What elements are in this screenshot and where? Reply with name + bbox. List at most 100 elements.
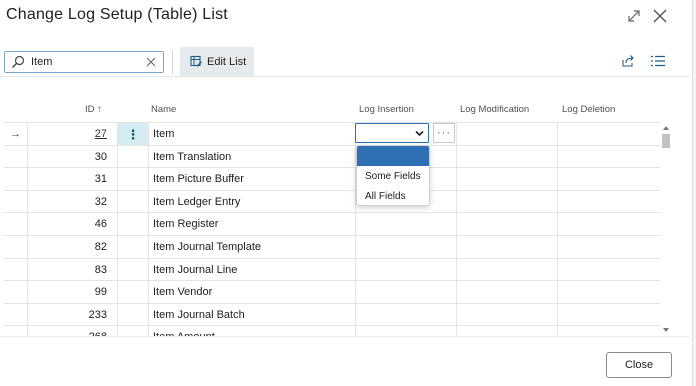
scroll-down-arrow[interactable] — [663, 328, 669, 332]
cell-name[interactable]: Item Amount — [149, 326, 356, 336]
cell-name[interactable]: Item Journal Line — [149, 258, 356, 281]
cell-log-modification[interactable] — [457, 145, 558, 168]
row-arrow-icon — [4, 213, 28, 236]
cell-log-deletion[interactable] — [558, 213, 660, 235]
column-header-name[interactable]: Name — [151, 104, 176, 115]
cell-name[interactable]: Item Ledger Entry — [149, 190, 356, 213]
table-row[interactable]: 46 Item Register — [4, 212, 660, 236]
search-box[interactable] — [4, 51, 164, 73]
cell-log-modification[interactable] — [457, 326, 558, 336]
cell-log-modification[interactable] — [457, 190, 558, 213]
table-row[interactable]: → 27 ⋮ Item — [4, 122, 660, 145]
list-view-icon[interactable] — [651, 55, 665, 67]
dropdown-option-all-fields[interactable]: All Fields — [357, 186, 429, 205]
cell-name[interactable]: Item Vendor — [149, 281, 356, 304]
column-header-log-modification[interactable]: Log Modification — [460, 104, 529, 115]
table-row[interactable]: 32 Item Ledger Entry — [4, 189, 660, 213]
column-header-log-deletion[interactable]: Log Deletion — [562, 104, 615, 115]
expand-icon[interactable] — [624, 6, 644, 26]
scroll-up-arrow[interactable] — [663, 126, 669, 130]
cell-log-deletion[interactable] — [558, 168, 660, 190]
share-icon[interactable] — [621, 54, 635, 68]
cell-name[interactable]: Item Journal Template — [149, 236, 356, 258]
table-row[interactable]: 268 Item Amount — [4, 325, 660, 336]
row-menu-cell[interactable] — [118, 190, 149, 213]
cell-id[interactable]: 233 — [28, 303, 118, 326]
row-menu-cell[interactable] — [118, 236, 149, 258]
column-header-id[interactable]: ID ↑ — [85, 104, 102, 115]
log-insertion-dropdown: Some Fields All Fields — [356, 145, 430, 206]
dropdown-option-blank[interactable] — [357, 146, 429, 166]
scroll-thumb[interactable] — [662, 134, 670, 148]
cell-log-modification[interactable] — [457, 123, 558, 145]
column-header-log-insertion[interactable]: Log Insertion — [359, 104, 414, 115]
row-arrow-icon — [4, 258, 28, 281]
cell-log-deletion[interactable] — [558, 259, 660, 281]
row-arrow-icon — [4, 145, 28, 168]
cell-log-insertion[interactable] — [356, 281, 457, 304]
cell-name[interactable]: Item Register — [149, 213, 356, 236]
cell-log-insertion[interactable] — [356, 326, 457, 336]
row-menu-cell[interactable] — [118, 258, 149, 281]
search-input[interactable] — [31, 54, 139, 70]
cell-id[interactable]: 31 — [28, 168, 118, 191]
cell-log-deletion[interactable] — [558, 191, 660, 213]
edit-list-icon — [190, 55, 203, 68]
table-row[interactable]: 83 Item Journal Line — [4, 257, 660, 281]
cell-id[interactable]: 27 — [28, 123, 118, 145]
row-menu-cell[interactable] — [118, 303, 149, 326]
cell-log-insertion[interactable] — [356, 236, 457, 258]
cell-log-modification[interactable] — [457, 236, 558, 258]
lookup-more-button[interactable]: ··· — [433, 123, 455, 143]
cell-log-modification[interactable] — [457, 258, 558, 281]
table-row[interactable]: 30 Item Translation — [4, 144, 660, 168]
cell-log-deletion[interactable] — [558, 146, 660, 168]
cell-id[interactable]: 82 — [28, 236, 118, 258]
cell-log-modification[interactable] — [457, 281, 558, 304]
cell-log-deletion[interactable] — [558, 281, 660, 303]
cell-id[interactable]: 32 — [28, 190, 118, 213]
cell-log-deletion[interactable] — [558, 236, 660, 258]
cell-name[interactable]: Item Journal Batch — [149, 303, 356, 326]
cell-id[interactable]: 83 — [28, 258, 118, 281]
dropdown-option-some-fields[interactable]: Some Fields — [357, 166, 429, 186]
row-menu-cell[interactable] — [118, 281, 149, 304]
cell-log-deletion[interactable] — [558, 123, 660, 145]
cell-id[interactable]: 30 — [28, 145, 118, 168]
table-row[interactable]: 233 Item Journal Batch — [4, 302, 660, 326]
clear-icon[interactable] — [145, 56, 157, 68]
cell-id[interactable]: 268 — [28, 326, 118, 336]
row-arrow-icon — [4, 326, 28, 336]
cell-log-modification[interactable] — [457, 168, 558, 191]
cell-name[interactable]: Item Translation — [149, 145, 356, 168]
cell-log-insertion[interactable] — [356, 213, 457, 236]
cell-log-deletion[interactable] — [558, 326, 660, 336]
window-edge — [692, 0, 696, 386]
log-insertion-select[interactable] — [355, 123, 429, 143]
row-menu-cell[interactable] — [118, 213, 149, 236]
vertical-scrollbar[interactable] — [660, 124, 672, 336]
cell-log-modification[interactable] — [457, 213, 558, 236]
row-arrow-icon: → — [4, 123, 28, 145]
cell-name[interactable]: Item — [149, 123, 356, 145]
cell-log-deletion[interactable] — [558, 304, 660, 326]
cell-id[interactable]: 99 — [28, 281, 118, 304]
cell-name[interactable]: Item Picture Buffer — [149, 168, 356, 191]
row-menu-cell[interactable]: ⋮ — [118, 123, 149, 145]
cell-log-insertion[interactable] — [356, 258, 457, 281]
close-button[interactable]: Close — [606, 352, 672, 378]
row-menu-cell[interactable] — [118, 168, 149, 191]
dialog-title: Change Log Setup (Table) List — [6, 6, 228, 23]
table-row[interactable]: 99 Item Vendor — [4, 280, 660, 304]
table-row[interactable]: 31 Item Picture Buffer — [4, 167, 660, 191]
row-menu-cell[interactable] — [118, 326, 149, 336]
edit-list-label: Edit List — [207, 55, 247, 68]
cell-log-modification[interactable] — [457, 303, 558, 326]
row-actions-icon[interactable]: ⋮ — [127, 128, 140, 141]
edit-list-button[interactable]: Edit List — [180, 47, 254, 76]
cell-log-insertion[interactable] — [356, 303, 457, 326]
close-icon[interactable] — [650, 6, 670, 26]
cell-id[interactable]: 46 — [28, 213, 118, 236]
table-row[interactable]: 82 Item Journal Template — [4, 235, 660, 258]
row-menu-cell[interactable] — [118, 145, 149, 168]
